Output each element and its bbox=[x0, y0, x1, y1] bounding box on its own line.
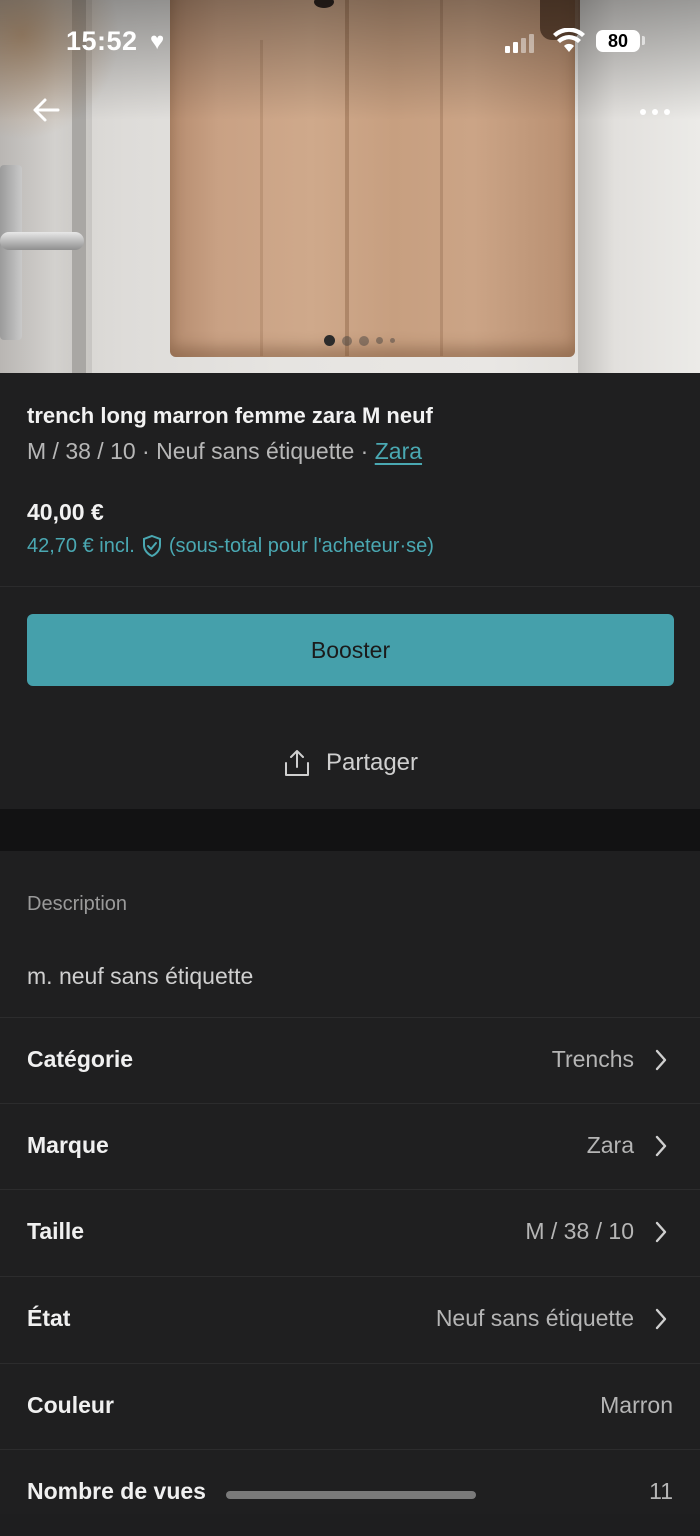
carousel-indicator bbox=[0, 335, 700, 346]
share-icon bbox=[284, 750, 309, 776]
listing-attributes: M / 38 / 10 · Neuf sans étiquette · bbox=[27, 438, 375, 464]
chevron-right-icon bbox=[655, 1049, 667, 1071]
detail-value: Trenchs bbox=[551, 1046, 634, 1072]
listing-title: trench long marron femme zara M neuf bbox=[27, 403, 433, 428]
detail-label: Marque bbox=[27, 1132, 109, 1158]
detail-row-category[interactable]: Catégorie Trenchs bbox=[0, 1017, 700, 1104]
listing-info: trench long marron femme zara M neuf M /… bbox=[0, 373, 700, 809]
more-options-icon[interactable] bbox=[632, 100, 678, 124]
home-indicator[interactable] bbox=[226, 1491, 476, 1499]
divider bbox=[0, 586, 700, 587]
carousel-dot bbox=[358, 335, 369, 346]
back-arrow-icon[interactable] bbox=[28, 92, 64, 128]
detail-row-condition[interactable]: État Neuf sans étiquette bbox=[0, 1276, 700, 1363]
buyer-price[interactable]: 42,70 € incl. (sous-total pour l'acheteu… bbox=[27, 534, 434, 558]
detail-value: Marron bbox=[600, 1392, 673, 1418]
detail-value: M / 38 / 10 bbox=[525, 1218, 634, 1244]
detail-row-color: Couleur Marron bbox=[0, 1363, 700, 1450]
detail-label: Taille bbox=[27, 1218, 85, 1244]
detail-label: Catégorie bbox=[27, 1046, 134, 1072]
status-bar: 15:52 ♥ 80 bbox=[0, 22, 700, 62]
listing-price: 40,00 € bbox=[27, 499, 104, 525]
status-time: 15:52 bbox=[66, 26, 138, 56]
listing-subtitle: M / 38 / 10 · Neuf sans étiquette · Zara bbox=[27, 438, 422, 465]
shield-check-icon bbox=[142, 534, 161, 558]
chevron-right-icon bbox=[655, 1308, 667, 1330]
description-label: Description bbox=[27, 893, 128, 915]
listing-details: Description m. neuf sans étiquette Catég… bbox=[0, 851, 700, 1514]
detail-label: Nombre de vues bbox=[27, 1478, 206, 1504]
chevron-right-icon bbox=[655, 1135, 667, 1157]
detail-row-brand[interactable]: Marque Zara bbox=[0, 1103, 700, 1190]
detail-row-size[interactable]: Taille M / 38 / 10 bbox=[0, 1189, 700, 1276]
battery-nub bbox=[642, 36, 645, 45]
boost-button[interactable]: Booster bbox=[27, 614, 674, 686]
signal-icon bbox=[505, 34, 534, 53]
carousel-dot bbox=[341, 335, 352, 346]
share-label: Partager bbox=[325, 749, 419, 776]
brand-link[interactable]: Zara bbox=[375, 438, 422, 464]
chevron-right-icon bbox=[655, 1221, 667, 1243]
carousel-dot bbox=[389, 338, 395, 343]
detail-label: État bbox=[27, 1305, 71, 1331]
detail-label: Couleur bbox=[27, 1392, 114, 1418]
detail-value: Neuf sans étiquette bbox=[435, 1305, 634, 1331]
heart-icon: ♥ bbox=[150, 28, 165, 55]
battery-icon: 80 bbox=[596, 30, 640, 52]
carousel-dot bbox=[323, 335, 335, 346]
wifi-icon bbox=[553, 28, 585, 52]
buyer-price-amount: 42,70 € incl. bbox=[27, 534, 135, 557]
detail-value: Zara bbox=[586, 1132, 634, 1158]
photo-door-plate bbox=[0, 165, 22, 340]
buyer-price-note: (sous-total pour l'acheteur·se) bbox=[168, 534, 434, 557]
detail-value: 11 bbox=[649, 1478, 673, 1504]
description-text: m. neuf sans étiquette bbox=[27, 963, 254, 989]
section-separator bbox=[0, 809, 700, 851]
photo-door-handle bbox=[0, 232, 84, 250]
carousel-dot bbox=[375, 337, 383, 344]
share-button[interactable]: Partager bbox=[0, 743, 700, 783]
